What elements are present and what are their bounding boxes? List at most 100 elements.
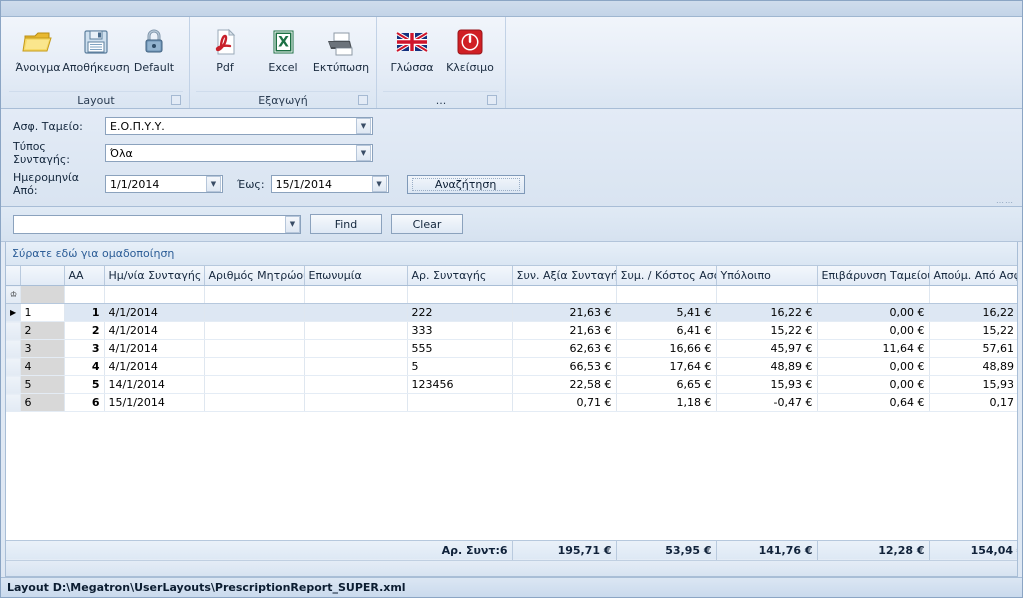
table-row[interactable]: 2 2 4/1/2014 333 21,63 €6,41 €15,22 €0,00 €1… (6, 321, 1017, 340)
col-rownum[interactable] (20, 266, 65, 286)
cell-aa[interactable]: 5 (64, 375, 105, 394)
col-participation-cost[interactable]: Συμ. / Κόστος Ασφ. (616, 266, 717, 286)
cell-fund-charge[interactable]: 11,64 € (817, 339, 930, 358)
cell-date[interactable]: 4/1/2014 (104, 339, 205, 358)
calendar-dropdown-icon[interactable]: ▼ (206, 176, 221, 192)
cell-date[interactable]: 4/1/2014 (104, 303, 205, 322)
cell-prescription-number[interactable]: 123456 (407, 375, 513, 394)
cell-name[interactable] (304, 339, 408, 358)
col-aa[interactable]: ΑΑ (64, 266, 105, 286)
cell-requested-from-fund[interactable]: 15,22 € (929, 321, 1017, 340)
cell-prescription-number[interactable]: 222 (407, 303, 513, 322)
col-registry-number[interactable]: Αριθμός Μητρώου (204, 266, 305, 286)
filter-cell-date[interactable] (104, 285, 205, 304)
cell-aa[interactable]: 3 (64, 339, 105, 358)
table-row[interactable]: 5 5 14/1/2014 123456 22,58 €6,65 €15,93 €0,0… (6, 375, 1017, 394)
cell-requested-from-fund[interactable]: 16,22 € (929, 303, 1017, 322)
filter-cell-rownum[interactable] (20, 285, 65, 304)
cell-date[interactable]: 4/1/2014 (104, 321, 205, 340)
table-row[interactable]: 4 4 4/1/2014 5 66,53 €17,64 €48,89 €0,00 €48… (6, 357, 1017, 376)
cell-total-value[interactable]: 62,63 € (512, 339, 617, 358)
panel-resize-grip[interactable]: …… (996, 196, 1014, 205)
cell-participation-cost[interactable]: 6,65 € (616, 375, 717, 394)
cell-prescription-number[interactable]: 5 (407, 357, 513, 376)
cell-total-value[interactable]: 0,71 € (512, 393, 617, 412)
cell-fund-charge[interactable]: 0,00 € (817, 375, 930, 394)
cell-requested-from-fund[interactable]: 57,61 € (929, 339, 1017, 358)
cell-remaining[interactable]: 15,93 € (716, 375, 818, 394)
print-button[interactable]: Εκτύπωση (312, 23, 370, 76)
language-button[interactable]: Γλώσσα (383, 23, 441, 76)
grid-filter-row[interactable]: ♔ (6, 285, 1017, 304)
cell-registry-number[interactable] (204, 339, 305, 358)
cell-name[interactable] (304, 357, 408, 376)
cell-aa[interactable]: 6 (64, 393, 105, 412)
cell-date[interactable]: 14/1/2014 (104, 375, 205, 394)
cell-aa[interactable]: 2 (64, 321, 105, 340)
cell-fund-charge[interactable]: 0,00 € (817, 357, 930, 376)
cell-prescription-number[interactable]: 333 (407, 321, 513, 340)
cell-participation-cost[interactable]: 5,41 € (616, 303, 717, 322)
layout-dialog-launcher-icon[interactable] (171, 95, 181, 105)
clear-button[interactable]: Clear (391, 214, 463, 234)
chevron-down-icon[interactable]: ▼ (356, 118, 371, 134)
row-number[interactable]: 4 (20, 357, 65, 376)
cell-registry-number[interactable] (204, 321, 305, 340)
search-button[interactable]: Αναζήτηση (406, 174, 525, 194)
filter-cell-cost[interactable] (616, 285, 717, 304)
cell-total-value[interactable]: 22,58 € (512, 375, 617, 394)
cell-requested-from-fund[interactable]: 15,93 € (929, 375, 1017, 394)
cell-remaining[interactable]: 48,89 € (716, 357, 818, 376)
fund-combobox[interactable]: Ε.Ο.Π.Υ.Υ. ▼ (105, 117, 373, 135)
excel-button[interactable]: X Excel (254, 23, 312, 76)
misc-dialog-launcher-icon[interactable] (487, 95, 497, 105)
col-name[interactable]: Επωνυμία (304, 266, 408, 286)
chevron-down-icon[interactable]: ▼ (285, 215, 300, 233)
filter-cell-prescription[interactable] (407, 285, 513, 304)
export-dialog-launcher-icon[interactable] (358, 95, 368, 105)
row-number[interactable]: 3 (20, 339, 65, 358)
table-row[interactable]: 6 6 15/1/2014 0,71 €1,18 € -0,47 €0,64 €0,17… (6, 393, 1017, 412)
col-fund-charge[interactable]: Επιβάρυνση Ταμείου (817, 266, 930, 286)
row-number[interactable]: 6 (20, 393, 65, 412)
col-requested-from-fund[interactable]: Απούμ. Από Ασφ. Τ... (929, 266, 1017, 286)
cell-fund-charge[interactable]: 0,64 € (817, 393, 930, 412)
type-combobox[interactable]: Όλα ▼ (105, 144, 373, 162)
cell-date[interactable]: 4/1/2014 (104, 357, 205, 376)
col-remaining[interactable]: Υπόλοιπο (716, 266, 818, 286)
cell-requested-from-fund[interactable]: 48,89 € (929, 357, 1017, 376)
cell-remaining[interactable]: 45,97 € (716, 339, 818, 358)
cell-prescription-number[interactable] (407, 393, 513, 412)
col-date[interactable]: Ημ/νία Συνταγής (104, 266, 205, 286)
cell-aa[interactable]: 1 (64, 303, 105, 322)
cell-date[interactable]: 15/1/2014 (104, 393, 205, 412)
cell-registry-number[interactable] (204, 393, 305, 412)
col-total-value[interactable]: Συν. Αξία Συνταγής (512, 266, 617, 286)
cell-fund-charge[interactable]: 0,00 € (817, 303, 930, 322)
cell-total-value[interactable]: 21,63 € (512, 321, 617, 340)
filter-cell-remaining[interactable] (716, 285, 818, 304)
find-input[interactable]: ▼ (13, 214, 301, 234)
find-button[interactable]: Find (310, 214, 382, 234)
cell-registry-number[interactable] (204, 357, 305, 376)
filter-cell-total[interactable] (512, 285, 617, 304)
cell-total-value[interactable]: 21,63 € (512, 303, 617, 322)
cell-remaining[interactable]: 15,22 € (716, 321, 818, 340)
calendar-dropdown-icon[interactable]: ▼ (371, 176, 387, 192)
filter-cell-charge[interactable] (817, 285, 930, 304)
row-number[interactable]: 2 (20, 321, 65, 340)
filter-cell-aa[interactable] (64, 285, 105, 304)
cell-requested-from-fund[interactable]: 0,17 € (929, 393, 1017, 412)
row-number[interactable]: 5 (20, 375, 65, 394)
table-row[interactable]: ▶ 1 1 4/1/2014 222 21,63 €5,41 €16,22 €0,00 €… (6, 303, 1017, 322)
cell-participation-cost[interactable]: 6,41 € (616, 321, 717, 340)
filter-cell-registry[interactable] (204, 285, 305, 304)
cell-name[interactable] (304, 393, 408, 412)
date-to-input[interactable]: 15/1/2014 ▼ (270, 175, 389, 193)
close-button[interactable]: Κλείσιμο (441, 23, 499, 76)
date-from-input[interactable]: 1/1/2014 ▼ (105, 175, 223, 193)
cell-registry-number[interactable] (204, 375, 305, 394)
cell-remaining[interactable]: 16,22 € (716, 303, 818, 322)
filter-cell-requested[interactable] (929, 285, 1017, 304)
table-row[interactable]: 3 3 4/1/2014 555 62,63 €16,66 €45,97 €11,64 … (6, 339, 1017, 358)
